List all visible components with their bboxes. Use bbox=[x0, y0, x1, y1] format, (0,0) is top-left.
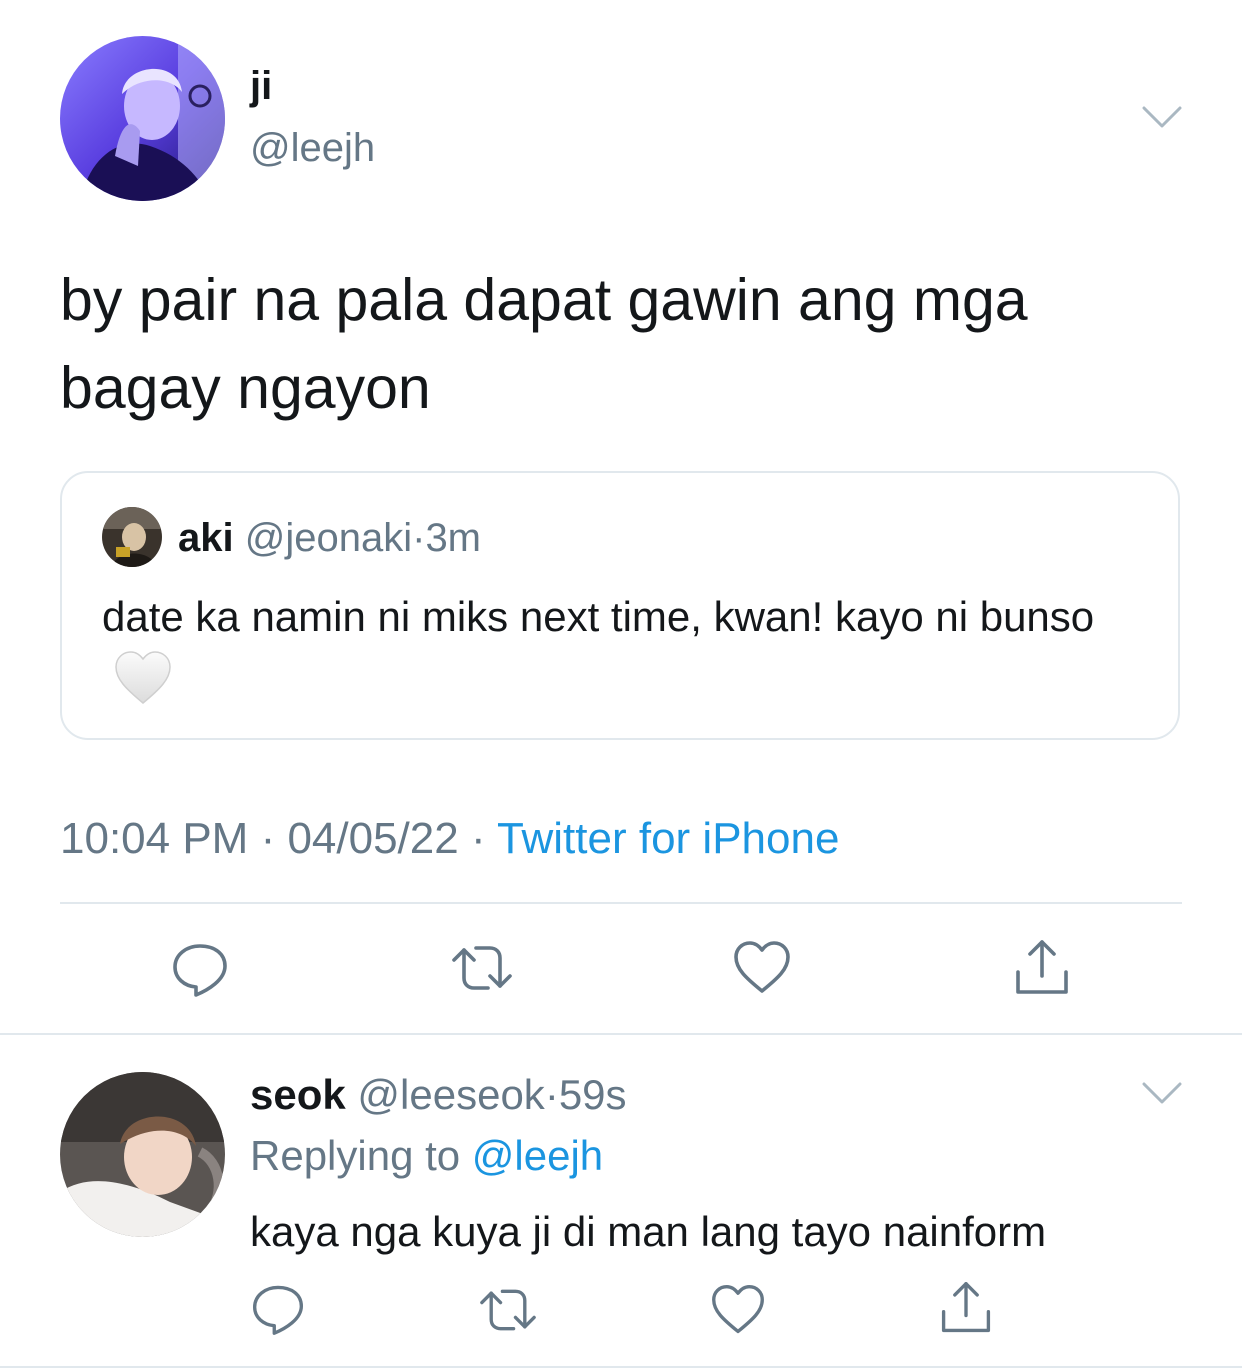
reply-text: kaya nga kuya ji di man lang tayo nainfo… bbox=[250, 1208, 1047, 1255]
author-handle[interactable]: @leejh bbox=[250, 124, 375, 172]
tweet-date: 04/05/22 bbox=[287, 814, 459, 863]
reply-author-name[interactable]: seok bbox=[250, 1071, 346, 1118]
share-icon[interactable] bbox=[938, 1280, 994, 1336]
replying-to: Replying to @leejh bbox=[250, 1130, 603, 1182]
like-icon[interactable] bbox=[732, 938, 792, 998]
reply-header: seok @leeseok·59s bbox=[250, 1070, 627, 1120]
divider bbox=[0, 1033, 1242, 1035]
white-heart-icon bbox=[114, 651, 172, 722]
replying-to-mention[interactable]: @leejh bbox=[472, 1132, 603, 1179]
divider bbox=[60, 902, 1182, 904]
quoted-author-avatar[interactable] bbox=[102, 507, 162, 567]
chevron-down-icon[interactable] bbox=[1140, 1076, 1184, 1110]
reply-icon[interactable] bbox=[250, 1280, 306, 1336]
separator-dot: · bbox=[544, 1071, 559, 1118]
reply-author-handle[interactable]: @leeseok bbox=[357, 1071, 544, 1118]
tweet-meta: 10:04 PM · 04/05/22 · Twitter for iPhone bbox=[60, 812, 839, 866]
reply-icon[interactable] bbox=[170, 938, 230, 998]
reply-author-avatar[interactable] bbox=[60, 1072, 225, 1237]
share-icon[interactable] bbox=[1012, 938, 1072, 998]
separator-dot: · bbox=[412, 516, 426, 560]
replying-to-label: Replying to bbox=[250, 1132, 461, 1179]
reply-time: 59s bbox=[558, 1071, 627, 1118]
chevron-down-icon[interactable] bbox=[1140, 100, 1184, 134]
quoted-author-handle[interactable]: @jeonaki bbox=[245, 516, 412, 560]
quoted-tweet-header: aki @jeonaki·3m bbox=[178, 514, 481, 562]
separator-dot: · bbox=[458, 814, 498, 863]
tweet-time: 10:04 PM bbox=[60, 814, 249, 863]
like-icon[interactable] bbox=[710, 1282, 766, 1338]
retweet-icon[interactable] bbox=[450, 938, 512, 998]
tweet-source-link[interactable]: Twitter for iPhone bbox=[497, 814, 839, 863]
author-avatar[interactable] bbox=[60, 36, 225, 201]
quoted-tweet-text: date ka namin ni miks next time, kwan! k… bbox=[102, 593, 1095, 640]
quoted-tweet-time: 3m bbox=[425, 516, 482, 560]
separator-dot: · bbox=[248, 814, 288, 863]
retweet-icon[interactable] bbox=[478, 1282, 538, 1338]
tweet-text: by pair na pala dapat gawin ang mga baga… bbox=[60, 267, 1028, 421]
author-name[interactable]: ji bbox=[250, 62, 272, 110]
quoted-author-name[interactable]: aki bbox=[178, 516, 234, 560]
quoted-tweet-text-block: date ka namin ni miks next time, kwan! k… bbox=[102, 586, 1142, 722]
